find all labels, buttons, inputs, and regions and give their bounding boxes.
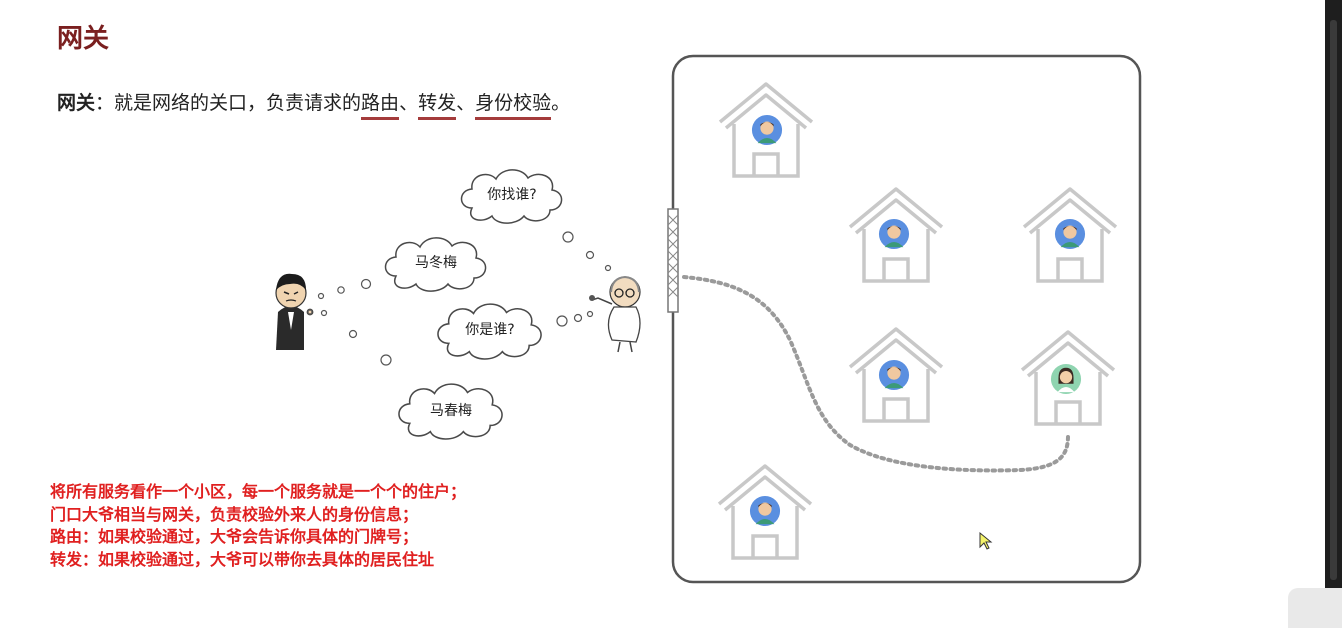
cloud-text-ma-chunmei: 马春梅 [430,403,472,419]
gate-icon [667,208,679,313]
community-boundary [671,54,1142,584]
old-man-figure [589,275,641,353]
speech-cloud: 你是谁? [437,303,542,360]
house-icon [1022,187,1118,283]
speech-cloud: 马冬梅 [384,237,487,292]
mouse-cursor-icon [979,531,993,550]
note-line: 将所有服务看作一个小区，每一个服务就是一个个的住户； [50,482,467,501]
cloud-text-who-are-you: 你是谁? [465,322,514,338]
house-icon [848,187,944,283]
note-line: 路由：如果校验通过，大爷会告诉你具体的门牌号； [50,527,419,546]
speech-cloud: 你找谁? [460,169,563,224]
house-icon [848,327,944,423]
cloud-text-ma-dongmei: 马冬梅 [415,255,457,271]
speech-cloud: 马春梅 [398,383,503,440]
house-icon [1020,330,1116,426]
scrollbar[interactable] [1330,20,1337,580]
house-icon [718,82,814,178]
cloud-text-who-looking-for: 你找谁? [487,187,536,203]
notes-block: 将所有服务看作一个小区，每一个服务就是一个个的住户； 门口大爷相当与网关，负责校… [50,481,466,571]
route-path [682,275,1070,473]
house-icon [717,464,813,560]
note-line: 门口大爷相当与网关，负责校验外来人的身份信息； [50,504,419,524]
corner-widget[interactable] [1288,588,1342,628]
note-line: 转发：如果校验通过，大爷可以带你去具体的居民住址 [50,549,435,569]
